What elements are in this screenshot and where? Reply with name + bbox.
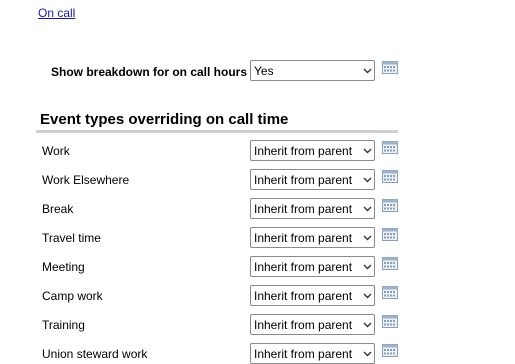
chevron-down-icon <box>360 322 374 328</box>
chevron-down-icon <box>360 177 374 183</box>
event-type-label: Union steward work <box>42 347 148 361</box>
chevron-down-icon <box>360 148 374 154</box>
calendar-icon[interactable] <box>382 61 398 74</box>
event-type-select[interactable]: Inherit from parent <box>250 198 375 219</box>
event-type-label: Camp work <box>42 289 103 303</box>
event-type-select-value: Inherit from parent <box>254 201 353 216</box>
calendar-icon[interactable] <box>382 228 398 241</box>
chevron-down-icon <box>360 68 374 74</box>
event-type-select-value: Inherit from parent <box>254 143 353 158</box>
chevron-down-icon <box>360 235 374 241</box>
event-type-select[interactable]: Inherit from parent <box>250 256 375 277</box>
event-type-select[interactable]: Inherit from parent <box>250 285 375 306</box>
calendar-icon[interactable] <box>382 199 398 212</box>
calendar-icon[interactable] <box>382 344 398 357</box>
breakdown-select[interactable]: Yes <box>250 60 375 81</box>
event-type-select-value: Inherit from parent <box>254 288 353 303</box>
event-type-select[interactable]: Inherit from parent <box>250 169 375 190</box>
event-type-select[interactable]: Inherit from parent <box>250 140 375 161</box>
event-type-select-value: Inherit from parent <box>254 259 353 274</box>
calendar-icon[interactable] <box>382 170 398 183</box>
event-type-select-value: Inherit from parent <box>254 230 353 245</box>
event-type-label: Meeting <box>42 260 85 274</box>
event-type-label: Work Elsewhere <box>42 173 130 187</box>
event-type-label: Break <box>42 202 74 216</box>
event-type-label: Work <box>42 144 70 158</box>
chevron-down-icon <box>360 293 374 299</box>
chevron-down-icon <box>360 206 374 212</box>
section-divider <box>36 130 398 133</box>
calendar-icon[interactable] <box>382 315 398 328</box>
breakdown-select-value: Yes <box>254 63 274 78</box>
event-type-label: Travel time <box>42 231 101 245</box>
event-type-select[interactable]: Inherit from parent <box>250 314 375 335</box>
on-call-link[interactable]: On call <box>38 6 75 20</box>
event-type-label: Training <box>42 318 85 332</box>
breakdown-label: Show breakdown for on call hours <box>51 65 248 79</box>
calendar-icon[interactable] <box>382 286 398 299</box>
section-title: Event types overriding on call time <box>40 111 289 128</box>
event-type-select[interactable]: Inherit from parent <box>250 343 375 364</box>
event-type-select-value: Inherit from parent <box>254 346 353 361</box>
chevron-down-icon <box>360 264 374 270</box>
calendar-icon[interactable] <box>382 141 398 154</box>
event-type-select-value: Inherit from parent <box>254 317 353 332</box>
event-type-select[interactable]: Inherit from parent <box>250 227 375 248</box>
chevron-down-icon <box>360 351 374 357</box>
calendar-icon[interactable] <box>382 257 398 270</box>
event-type-select-value: Inherit from parent <box>254 172 353 187</box>
